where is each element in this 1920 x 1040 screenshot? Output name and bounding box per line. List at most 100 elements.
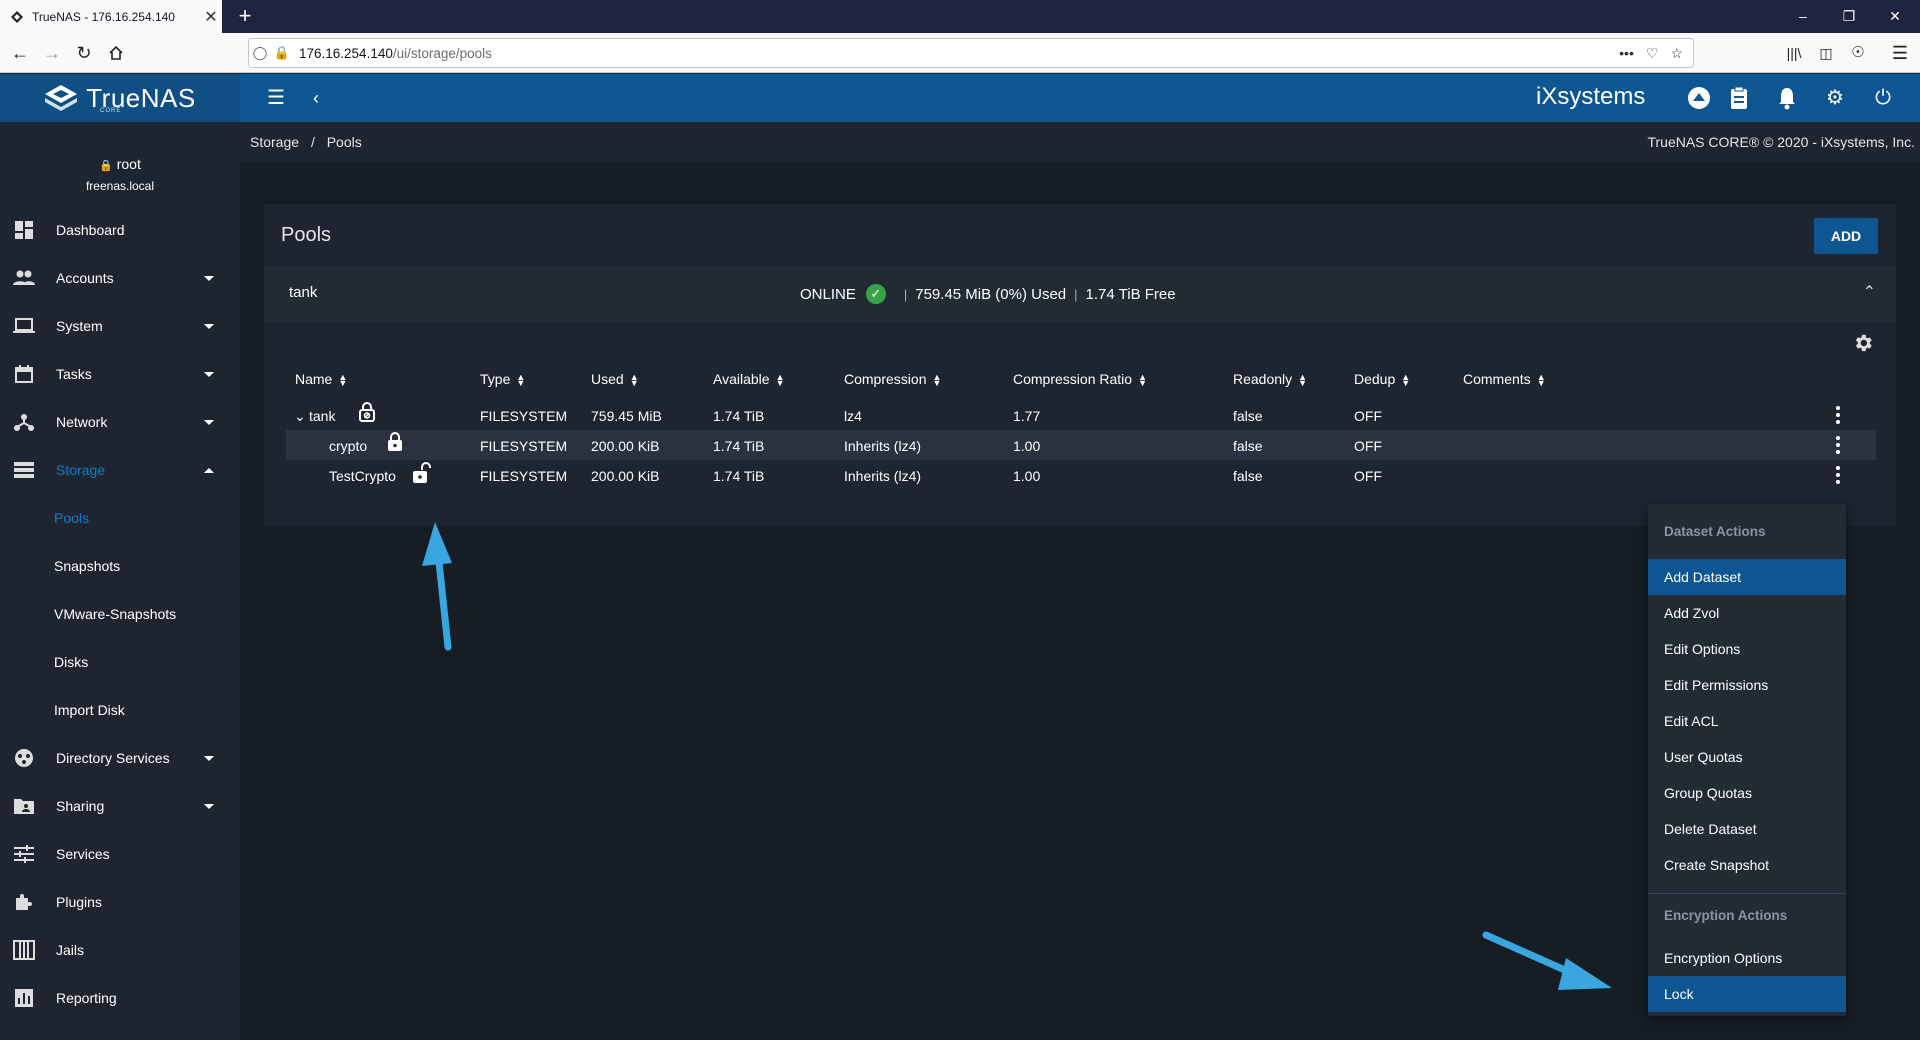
column-header-dedup[interactable]: Dedup ▲ ▼ — [1354, 371, 1410, 388]
hostname: freenas.local — [85, 179, 155, 193]
close-window-icon[interactable]: ✕ — [1872, 0, 1918, 33]
sidebar-item-jails[interactable]: Jails — [0, 926, 240, 974]
column-header-compression-ratio[interactable]: Compression Ratio ▲ ▼ — [1013, 371, 1147, 388]
directory-services-icon — [12, 748, 36, 768]
truenas-logo-icon — [45, 85, 78, 111]
dataset-dedup: OFF — [1354, 438, 1382, 454]
browser-tab[interactable]: TrueNAS - 176.16.254.140 ✕ — [0, 0, 222, 33]
sidebar-item-sharing[interactable]: Sharing — [0, 782, 240, 830]
sidebar-subitem-import-disk[interactable]: Import Disk — [54, 686, 125, 734]
breadcrumb-storage[interactable]: Storage — [250, 134, 299, 150]
user-lock-icon: 🔒 — [99, 160, 113, 172]
chevron-up-icon[interactable]: ⌃ — [1863, 282, 1876, 302]
more-vert-icon[interactable] — [1832, 464, 1844, 486]
dataset-dedup: OFF — [1354, 468, 1382, 484]
sidebar-item-tasks[interactable]: Tasks — [0, 350, 240, 398]
sidebar-item-services[interactable]: Services — [0, 830, 240, 878]
sidebar-item-label: Directory Services — [56, 750, 170, 766]
sidebar-item-dashboard[interactable]: Dashboard — [0, 206, 240, 254]
task-manager-icon[interactable] — [1724, 83, 1754, 113]
sidebar-item-plugins[interactable]: Plugins — [0, 878, 240, 926]
column-header-comments[interactable]: Comments ▲ ▼ — [1463, 371, 1546, 388]
notifications-bell-icon[interactable] — [1772, 83, 1802, 113]
encryption-inherit-icon[interactable] — [358, 402, 376, 425]
shield-icon[interactable]: ◯ — [249, 45, 271, 61]
sidebar-subitem-vmware-snapshots[interactable]: VMware-Snapshots — [54, 590, 176, 638]
menu-item-edit-acl[interactable]: Edit ACL — [1648, 703, 1846, 739]
column-header-name[interactable]: Name ▲ ▼ — [295, 371, 347, 388]
menu-item-add-zvol[interactable]: Add Zvol — [1648, 595, 1846, 631]
bookmark-star-icon[interactable]: ☆ — [1670, 45, 1683, 62]
ixsystems-logo[interactable]: iXsystems — [1536, 80, 1645, 111]
table-row[interactable]: ⌄ tank FILESYSTEM 759.45 MiB 1.74 TiB lz… — [286, 400, 1876, 430]
menu-item-user-quotas[interactable]: User Quotas — [1648, 739, 1846, 775]
collapse-sidebar-icon[interactable]: ‹ — [301, 83, 331, 113]
menu-item-lock[interactable]: Lock — [1648, 976, 1846, 1012]
menu-hamburger-icon[interactable]: ☰ — [261, 83, 291, 113]
sidebar-item-label: Accounts — [56, 270, 114, 286]
lock-open-icon[interactable] — [412, 462, 432, 487]
dataset-compression: Inherits (lz4) — [844, 468, 922, 484]
dataset-readonly: false — [1233, 408, 1263, 424]
reload-icon[interactable]: ↻ — [70, 39, 98, 67]
expand-chevron-icon[interactable]: ⌄ — [294, 408, 306, 425]
pocket-icon[interactable]: ♡ — [1646, 45, 1659, 62]
column-header-available[interactable]: Available ▲ ▼ — [713, 371, 784, 388]
address-bar[interactable]: ◯ 🔒 176.16.254.140/ui/storage/pools ••• … — [248, 38, 1694, 68]
sidebar-item-directory-services[interactable]: Directory Services — [0, 734, 240, 782]
tab-close-icon[interactable]: ✕ — [200, 7, 222, 27]
sidebar-item-network[interactable]: Network — [0, 398, 240, 446]
settings-gear-icon[interactable]: ⚙ — [1820, 83, 1850, 113]
sidebar-subitem-pools[interactable]: Pools — [54, 494, 89, 542]
separator: | — [1074, 286, 1078, 302]
column-header-type[interactable]: Type ▲ ▼ — [480, 371, 525, 388]
menu-item-create-snapshot[interactable]: Create Snapshot — [1648, 847, 1846, 883]
more-vert-icon[interactable] — [1832, 434, 1844, 456]
sidebar-item-label: System — [56, 318, 103, 334]
more-vert-icon[interactable] — [1832, 404, 1844, 426]
minimize-icon[interactable]: – — [1780, 0, 1826, 33]
menu-item-add-dataset[interactable]: Add Dataset — [1648, 559, 1846, 595]
restore-icon[interactable]: ❐ — [1826, 0, 1872, 33]
column-header-readonly[interactable]: Readonly ▲ ▼ — [1233, 371, 1307, 388]
browser-menu-icon[interactable]: ☰ — [1886, 39, 1914, 67]
new-tab-button[interactable]: + — [232, 3, 258, 29]
menu-item-delete-dataset[interactable]: Delete Dataset — [1648, 811, 1846, 847]
page-actions-icon[interactable]: ••• — [1619, 45, 1634, 62]
calendar-icon — [12, 364, 36, 384]
dataset-readonly: false — [1233, 438, 1263, 454]
home-icon[interactable] — [102, 39, 130, 67]
sidebar-item-system[interactable]: System — [0, 302, 240, 350]
sidebar-item-reporting[interactable]: Reporting — [0, 974, 240, 1022]
back-icon[interactable]: ← — [6, 39, 34, 67]
truecommand-icon[interactable] — [1684, 83, 1714, 113]
table-row[interactable]: TestCrypto FILESYSTEM 200.00 KiB 1.74 Ti… — [286, 460, 1876, 490]
column-header-compression[interactable]: Compression ▲ ▼ — [844, 371, 941, 388]
column-header-used[interactable]: Used ▲ ▼ — [591, 371, 639, 388]
power-icon[interactable]: ⏻ — [1868, 83, 1898, 113]
menu-item-encryption-options[interactable]: Encryption Options — [1648, 940, 1846, 976]
sidebar-item-label: Plugins — [56, 894, 102, 910]
lock-closed-icon[interactable] — [386, 432, 404, 455]
insecure-lock-icon[interactable]: 🔒 — [271, 45, 293, 61]
separator: | — [903, 286, 908, 302]
menu-item-edit-permissions[interactable]: Edit Permissions — [1648, 667, 1846, 703]
table-settings-gear-icon[interactable] — [1852, 332, 1876, 356]
library-icon[interactable]: |||\ — [1780, 39, 1808, 67]
table-row[interactable]: crypto FILESYSTEM 200.00 KiB 1.74 TiB In… — [286, 430, 1876, 460]
browser-tab-bar: TrueNAS - 176.16.254.140 ✕ + – ❐ ✕ — [0, 0, 1920, 33]
account-icon[interactable]: ☉ — [1844, 39, 1872, 67]
pool-header-row[interactable]: tank ONLINE ✓ | 759.45 MiB (0%) Used | 1… — [264, 266, 1896, 322]
menu-item-group-quotas[interactable]: Group Quotas — [1648, 775, 1846, 811]
sidebar-item-accounts[interactable]: Accounts — [0, 254, 240, 302]
sidebar-subitem-disks[interactable]: Disks — [54, 638, 88, 686]
sidebar-subitem-snapshots[interactable]: Snapshots — [54, 542, 120, 590]
dataset-name: tank — [309, 408, 336, 424]
sidebar-item-storage[interactable]: Storage — [0, 446, 240, 494]
menu-item-edit-options[interactable]: Edit Options — [1648, 631, 1846, 667]
truenas-logo[interactable]: TrueNAS CORE — [0, 74, 240, 122]
sidebar-toggle-icon[interactable]: ◫ — [1812, 39, 1840, 67]
forward-icon[interactable]: → — [38, 39, 66, 67]
add-pool-button[interactable]: ADD — [1814, 218, 1878, 254]
dataset-dedup: OFF — [1354, 408, 1382, 424]
